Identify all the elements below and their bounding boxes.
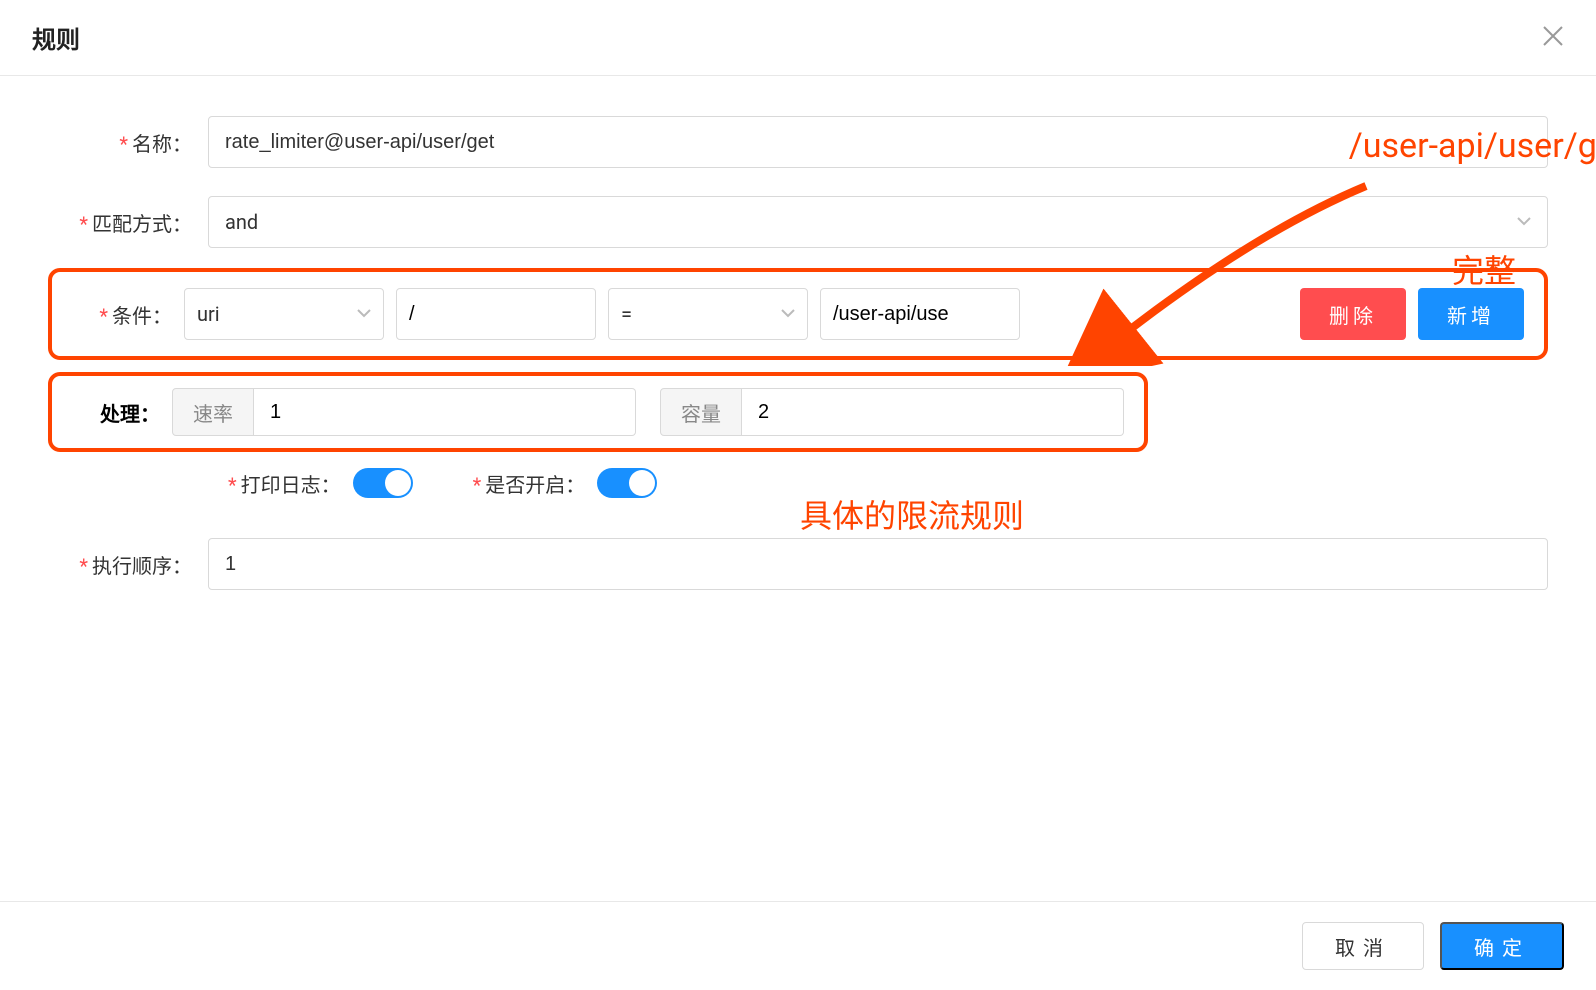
chevron-down-icon [357,306,371,322]
rate-group: 速率 [172,388,636,436]
condition-op-select[interactable]: = [608,288,808,340]
modal-header: 规则 [0,0,1596,76]
capacity-label: 容量 [660,388,742,436]
modal-title: 规则 [32,20,80,55]
required-asterisk: * [79,212,88,236]
close-button[interactable] [1542,24,1564,52]
condition-value-input[interactable] [820,288,1020,340]
condition-label: *条件： [72,300,172,329]
processing-box: 处理： 速率 容量 [48,372,1148,452]
name-control [208,116,1548,168]
switch-knob [385,470,411,496]
required-asterisk: * [228,473,237,497]
capacity-input[interactable] [742,388,1124,436]
condition-field-select[interactable]: uri [184,288,384,340]
enable-switch-item: *是否开启： [473,468,658,498]
modal-footer: 取消 确定 [0,901,1596,990]
match-row: *匹配方式： and [48,196,1548,248]
rate-label: 速率 [172,388,254,436]
confirm-button[interactable]: 确定 [1440,922,1564,970]
processing-label: 处理： [72,398,172,427]
modal-body: *名称： *匹配方式： and *条件： uri [0,76,1596,658]
order-row: *执行顺序： [48,538,1548,590]
cancel-button[interactable]: 取消 [1302,922,1424,970]
capacity-group: 容量 [660,388,1124,436]
required-asterisk: * [473,473,482,497]
delete-button[interactable]: 删除 [1300,288,1406,340]
switch-knob [629,470,655,496]
close-icon [1542,22,1564,53]
order-label: *执行顺序： [48,550,208,579]
required-asterisk: * [99,304,108,328]
order-input[interactable] [208,538,1548,590]
order-control [208,538,1548,590]
match-label: *匹配方式： [48,208,208,237]
condition-path-input[interactable] [396,288,596,340]
match-value: and [225,210,258,234]
rate-input[interactable] [254,388,636,436]
condition-field-value: uri [197,302,220,326]
chevron-down-icon [781,306,795,322]
log-switch[interactable] [353,468,413,498]
chevron-down-icon [1517,214,1531,230]
required-asterisk: * [79,554,88,578]
enable-switch[interactable] [597,468,657,498]
match-select[interactable]: and [208,196,1548,248]
name-input[interactable] [208,116,1548,168]
condition-row: *条件： uri = 删除 新增 [72,288,1524,340]
processing-row: 处理： 速率 容量 [72,388,1124,436]
enable-label: *是否开启： [473,469,586,498]
log-label: *打印日志： [228,469,341,498]
condition-op-value: = [621,302,632,326]
conditions-box: *条件： uri = 删除 新增 [48,268,1548,360]
log-switch-item: *打印日志： [228,468,413,498]
switches-row: *打印日志： *是否开启： [48,468,1548,498]
name-row: *名称： [48,116,1548,168]
match-control: and [208,196,1548,248]
name-label: *名称： [48,128,208,157]
required-asterisk: * [119,132,128,156]
add-button[interactable]: 新增 [1418,288,1524,340]
